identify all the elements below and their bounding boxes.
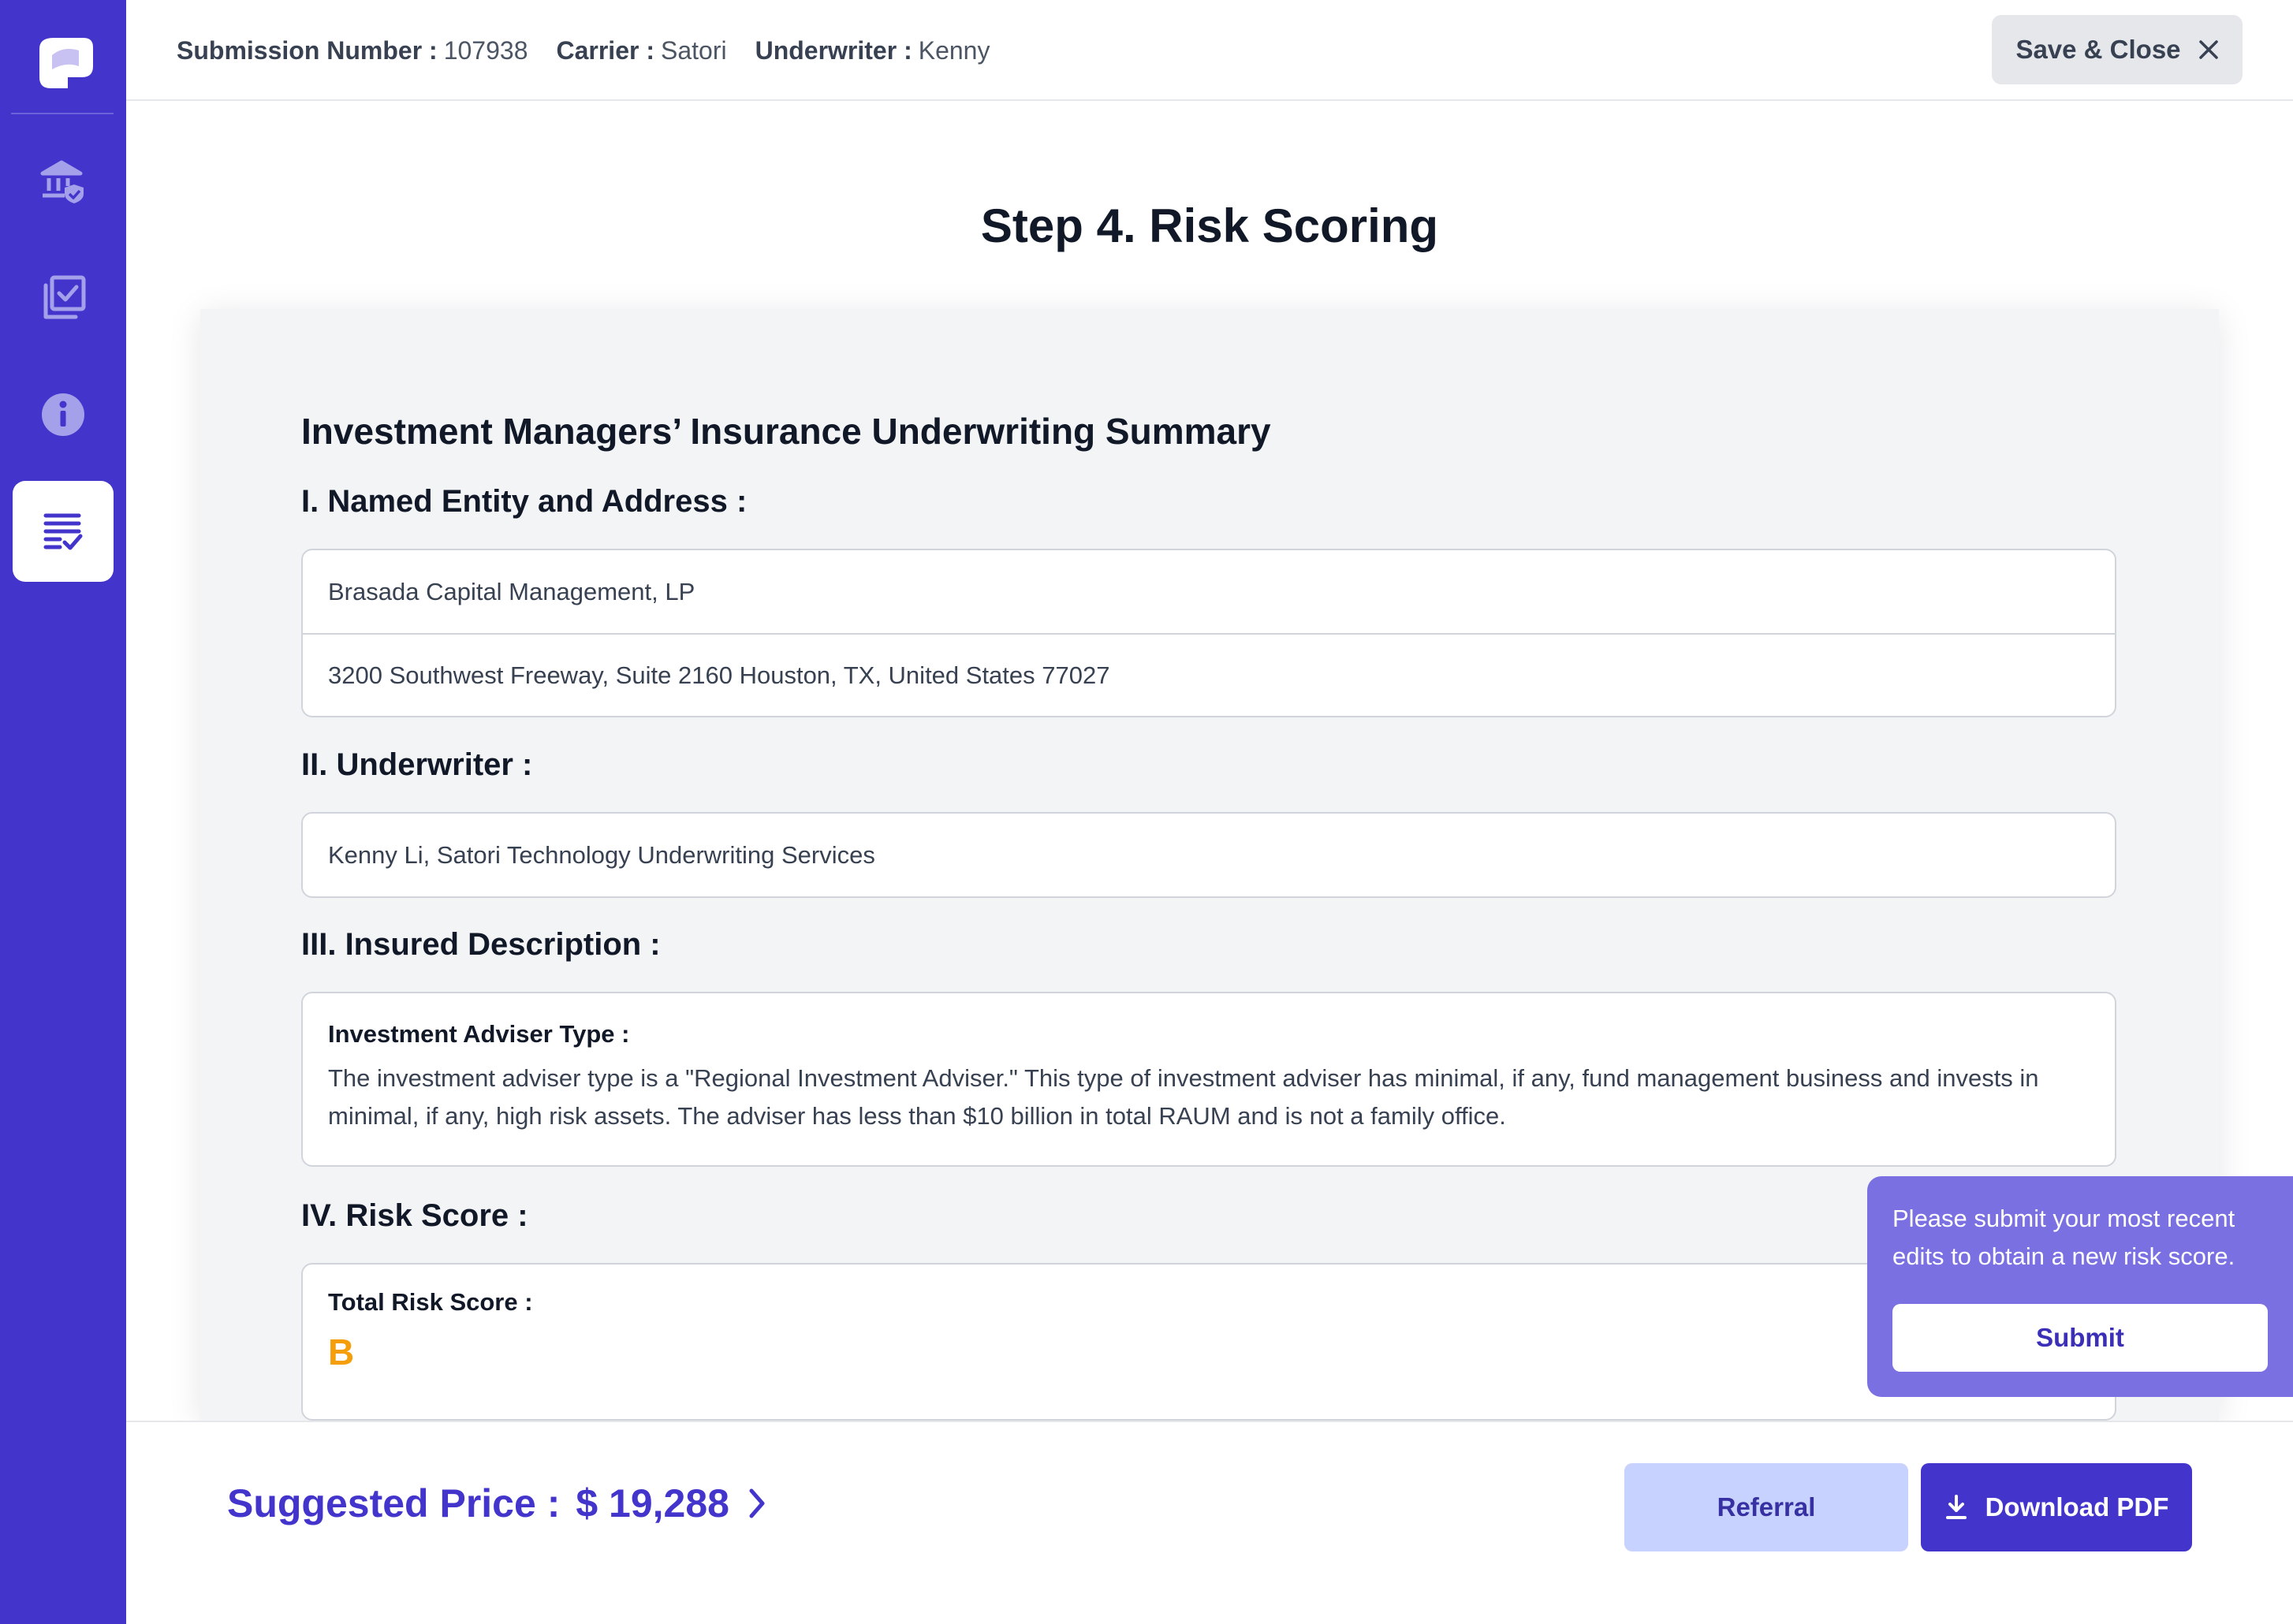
risk-grade: B [328,1332,355,1373]
resubmit-popover: Please submit your most recent edits to … [1867,1176,2293,1397]
checklist-copy-icon [43,275,86,319]
sidebar-item-checklist[interactable] [13,248,114,348]
description-box: Investment Adviser Type : The investment… [301,992,2116,1167]
sidebar-item-info[interactable] [13,364,114,465]
risk-score-box: Total Risk Score : B [301,1263,2116,1421]
download-pdf-button[interactable]: Download PDF [1921,1463,2192,1551]
document-check-icon [43,513,83,550]
submit-button[interactable]: Submit [1892,1304,2268,1372]
underwriter-box: Kenny Li, Satori Technology Underwriting… [301,812,2116,898]
underwriter-field: Kenny Li, Satori Technology Underwriting… [328,840,875,869]
download-pdf-label: Download PDF [1985,1492,2169,1522]
referral-button[interactable]: Referral [1624,1463,1908,1551]
section-description-heading: III. Insured Description : [301,927,661,962]
bank-shield-icon [40,160,84,203]
entity-address-field: 3200 Southwest Freeway, Suite 2160 Houst… [303,633,2115,716]
submission-meta: Submission Number :107938 Carrier : Satori… [177,33,1018,68]
info-icon [42,393,84,436]
adviser-type-text: The investment adviser type is a "Region… [328,1064,2039,1130]
download-icon [1945,1495,1967,1519]
total-risk-score-label: Total Risk Score : [328,1288,533,1316]
section-entity-heading: I. Named Entity and Address : [301,484,748,519]
sidebar-divider [11,113,114,114]
top-bar: Submission Number :107938 Carrier : Satori… [126,0,2293,101]
close-icon [2198,40,2218,59]
summary-title: Investment Managers’ Insurance Underwrit… [301,411,1271,452]
entity-name-field: Brasada Capital Management, LP [328,577,695,605]
carrier-value: Satori [660,36,727,65]
section-underwriter-heading: II. Underwriter : [301,747,533,782]
suggested-price-link[interactable]: Suggested Price : $ 19,288 [227,1481,769,1526]
submission-number-label: Submission Number : [177,36,438,65]
sidebar-item-submission[interactable] [13,131,114,232]
sidebar-item-risk-scoring[interactable] [13,481,114,582]
entity-box: Brasada Capital Management, LP 3200 Sout… [301,549,2116,717]
app-logo-icon [39,38,93,88]
suggested-price-value: $ 19,288 [576,1481,729,1525]
adviser-type-label: Investment Adviser Type : [328,1020,630,1048]
save-close-button[interactable]: Save & Close [1992,15,2243,84]
popover-message: Please submit your most recent edits to … [1892,1205,2235,1270]
page-title: Step 4. Risk Scoring [980,199,1439,252]
save-close-label: Save & Close [2015,35,2181,64]
submission-number-value: 107938 [443,36,528,65]
carrier-label: Carrier : [556,36,654,65]
section-risk-score-heading: IV. Risk Score : [301,1198,528,1233]
underwriter-value: Kenny [918,36,990,65]
sidebar [0,0,126,1624]
footer-bar: Suggested Price : $ 19,288 Referral Down… [126,1421,2293,1624]
underwriter-label: Underwriter : [755,36,912,65]
suggested-price-label: Suggested Price : [227,1481,561,1525]
chevron-right-icon [749,1488,765,1518]
